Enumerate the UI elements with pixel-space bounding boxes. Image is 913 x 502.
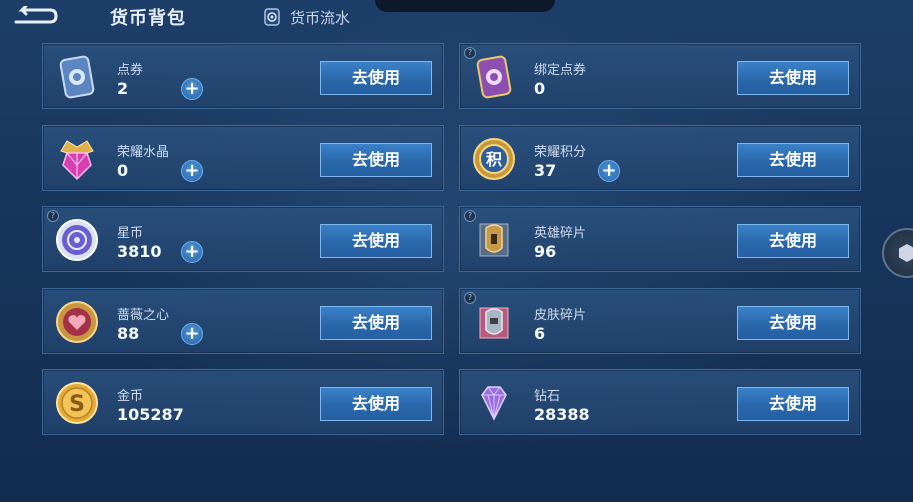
use-diamond-button[interactable]: 去使用 (737, 387, 849, 421)
currency-card-rose-heart: 蔷薇之心 88 + 去使用 (42, 288, 444, 354)
currency-card-glory-points: 积 荣耀积分 37 + 去使用 (459, 125, 861, 191)
currency-card-hero-fragment: ? 英雄碎片 96 去使用 (459, 206, 861, 272)
diamond-icon (481, 386, 507, 421)
svg-text:积: 积 (486, 150, 502, 169)
use-bound-voucher-button[interactable]: 去使用 (737, 61, 849, 95)
currency-name: 绑定点券 (534, 63, 587, 78)
currency-card-glory-crystal: 荣耀水晶 0 + 去使用 (42, 125, 444, 191)
currency-name: 荣耀积分 (534, 145, 587, 160)
currency-name: 皮肤碎片 (534, 308, 587, 323)
use-glory-crystal-button[interactable]: 去使用 (320, 143, 432, 177)
use-gold-coin-button[interactable]: 去使用 (320, 387, 432, 421)
flow-card-icon (264, 8, 280, 26)
currency-name: 英雄碎片 (534, 226, 587, 241)
currency-card-skin-fragment: ? 皮肤碎片 6 去使用 (459, 288, 861, 354)
currency-name: 星币 (117, 226, 144, 241)
currency-card-gold-coin: S 金币 105287 去使用 (42, 369, 444, 435)
use-rose-heart-button[interactable]: 去使用 (320, 306, 432, 340)
flow-tab-label: 货币流水 (290, 8, 351, 27)
currency-amount: 3810 (117, 242, 162, 261)
currency-amount: 28388 (534, 405, 590, 424)
glory-points-icon: 积 (473, 138, 515, 180)
currency-amount: 37 (534, 161, 557, 180)
add-rose-heart-button[interactable]: + (181, 323, 203, 345)
currency-amount: 105287 (117, 405, 184, 424)
glory-crystal-icon (60, 140, 94, 181)
svg-text:S: S (69, 392, 85, 417)
use-star-coin-button[interactable]: 去使用 (320, 224, 432, 258)
currency-amount: 88 (117, 324, 140, 343)
currency-name: 钻石 (534, 389, 561, 404)
use-glory-points-button[interactable]: 去使用 (737, 143, 849, 177)
voucher-card-icon (59, 55, 95, 99)
currency-flow-tab[interactable]: 货币流水 (262, 6, 350, 28)
top-notch (375, 0, 555, 12)
currency-name: 金币 (117, 389, 144, 404)
currency-name: 蔷薇之心 (117, 308, 170, 323)
gold-coin-icon: S (56, 382, 98, 424)
hero-fragment-icon (479, 223, 509, 257)
hexagon-icon (899, 244, 913, 262)
back-arrow-icon[interactable] (10, 6, 58, 28)
star-coin-icon (56, 219, 98, 261)
currency-amount: 2 (117, 79, 129, 98)
currency-card-diamond: 钻石 28388 去使用 (459, 369, 861, 435)
use-hero-fragment-button[interactable]: 去使用 (737, 224, 849, 258)
currency-card-star-coin: ? 星币 3810 + 去使用 (42, 206, 444, 272)
rose-heart-icon (56, 301, 98, 343)
currency-card-bound-voucher: ? 绑定点券 0 去使用 (459, 43, 861, 109)
add-glory-points-button[interactable]: + (598, 160, 620, 182)
currency-amount: 0 (534, 79, 546, 98)
currency-name: 荣耀水晶 (117, 145, 170, 160)
currency-card-voucher: 点券 2 + 去使用 (42, 43, 444, 109)
add-voucher-button[interactable]: + (181, 78, 203, 100)
currency-name: 点券 (117, 63, 144, 78)
add-star-coin-button[interactable]: + (181, 241, 203, 263)
currency-amount: 6 (534, 324, 546, 343)
bound-voucher-card-icon (476, 55, 512, 99)
currency-amount: 0 (117, 161, 129, 180)
add-glory-crystal-button[interactable]: + (181, 160, 203, 182)
page-title: 货币背包 (110, 8, 186, 29)
use-skin-fragment-button[interactable]: 去使用 (737, 306, 849, 340)
top-bar: 货币背包 货币流水 (0, 0, 913, 36)
skin-fragment-icon (479, 307, 509, 339)
use-voucher-button[interactable]: 去使用 (320, 61, 432, 95)
currency-amount: 96 (534, 242, 557, 261)
